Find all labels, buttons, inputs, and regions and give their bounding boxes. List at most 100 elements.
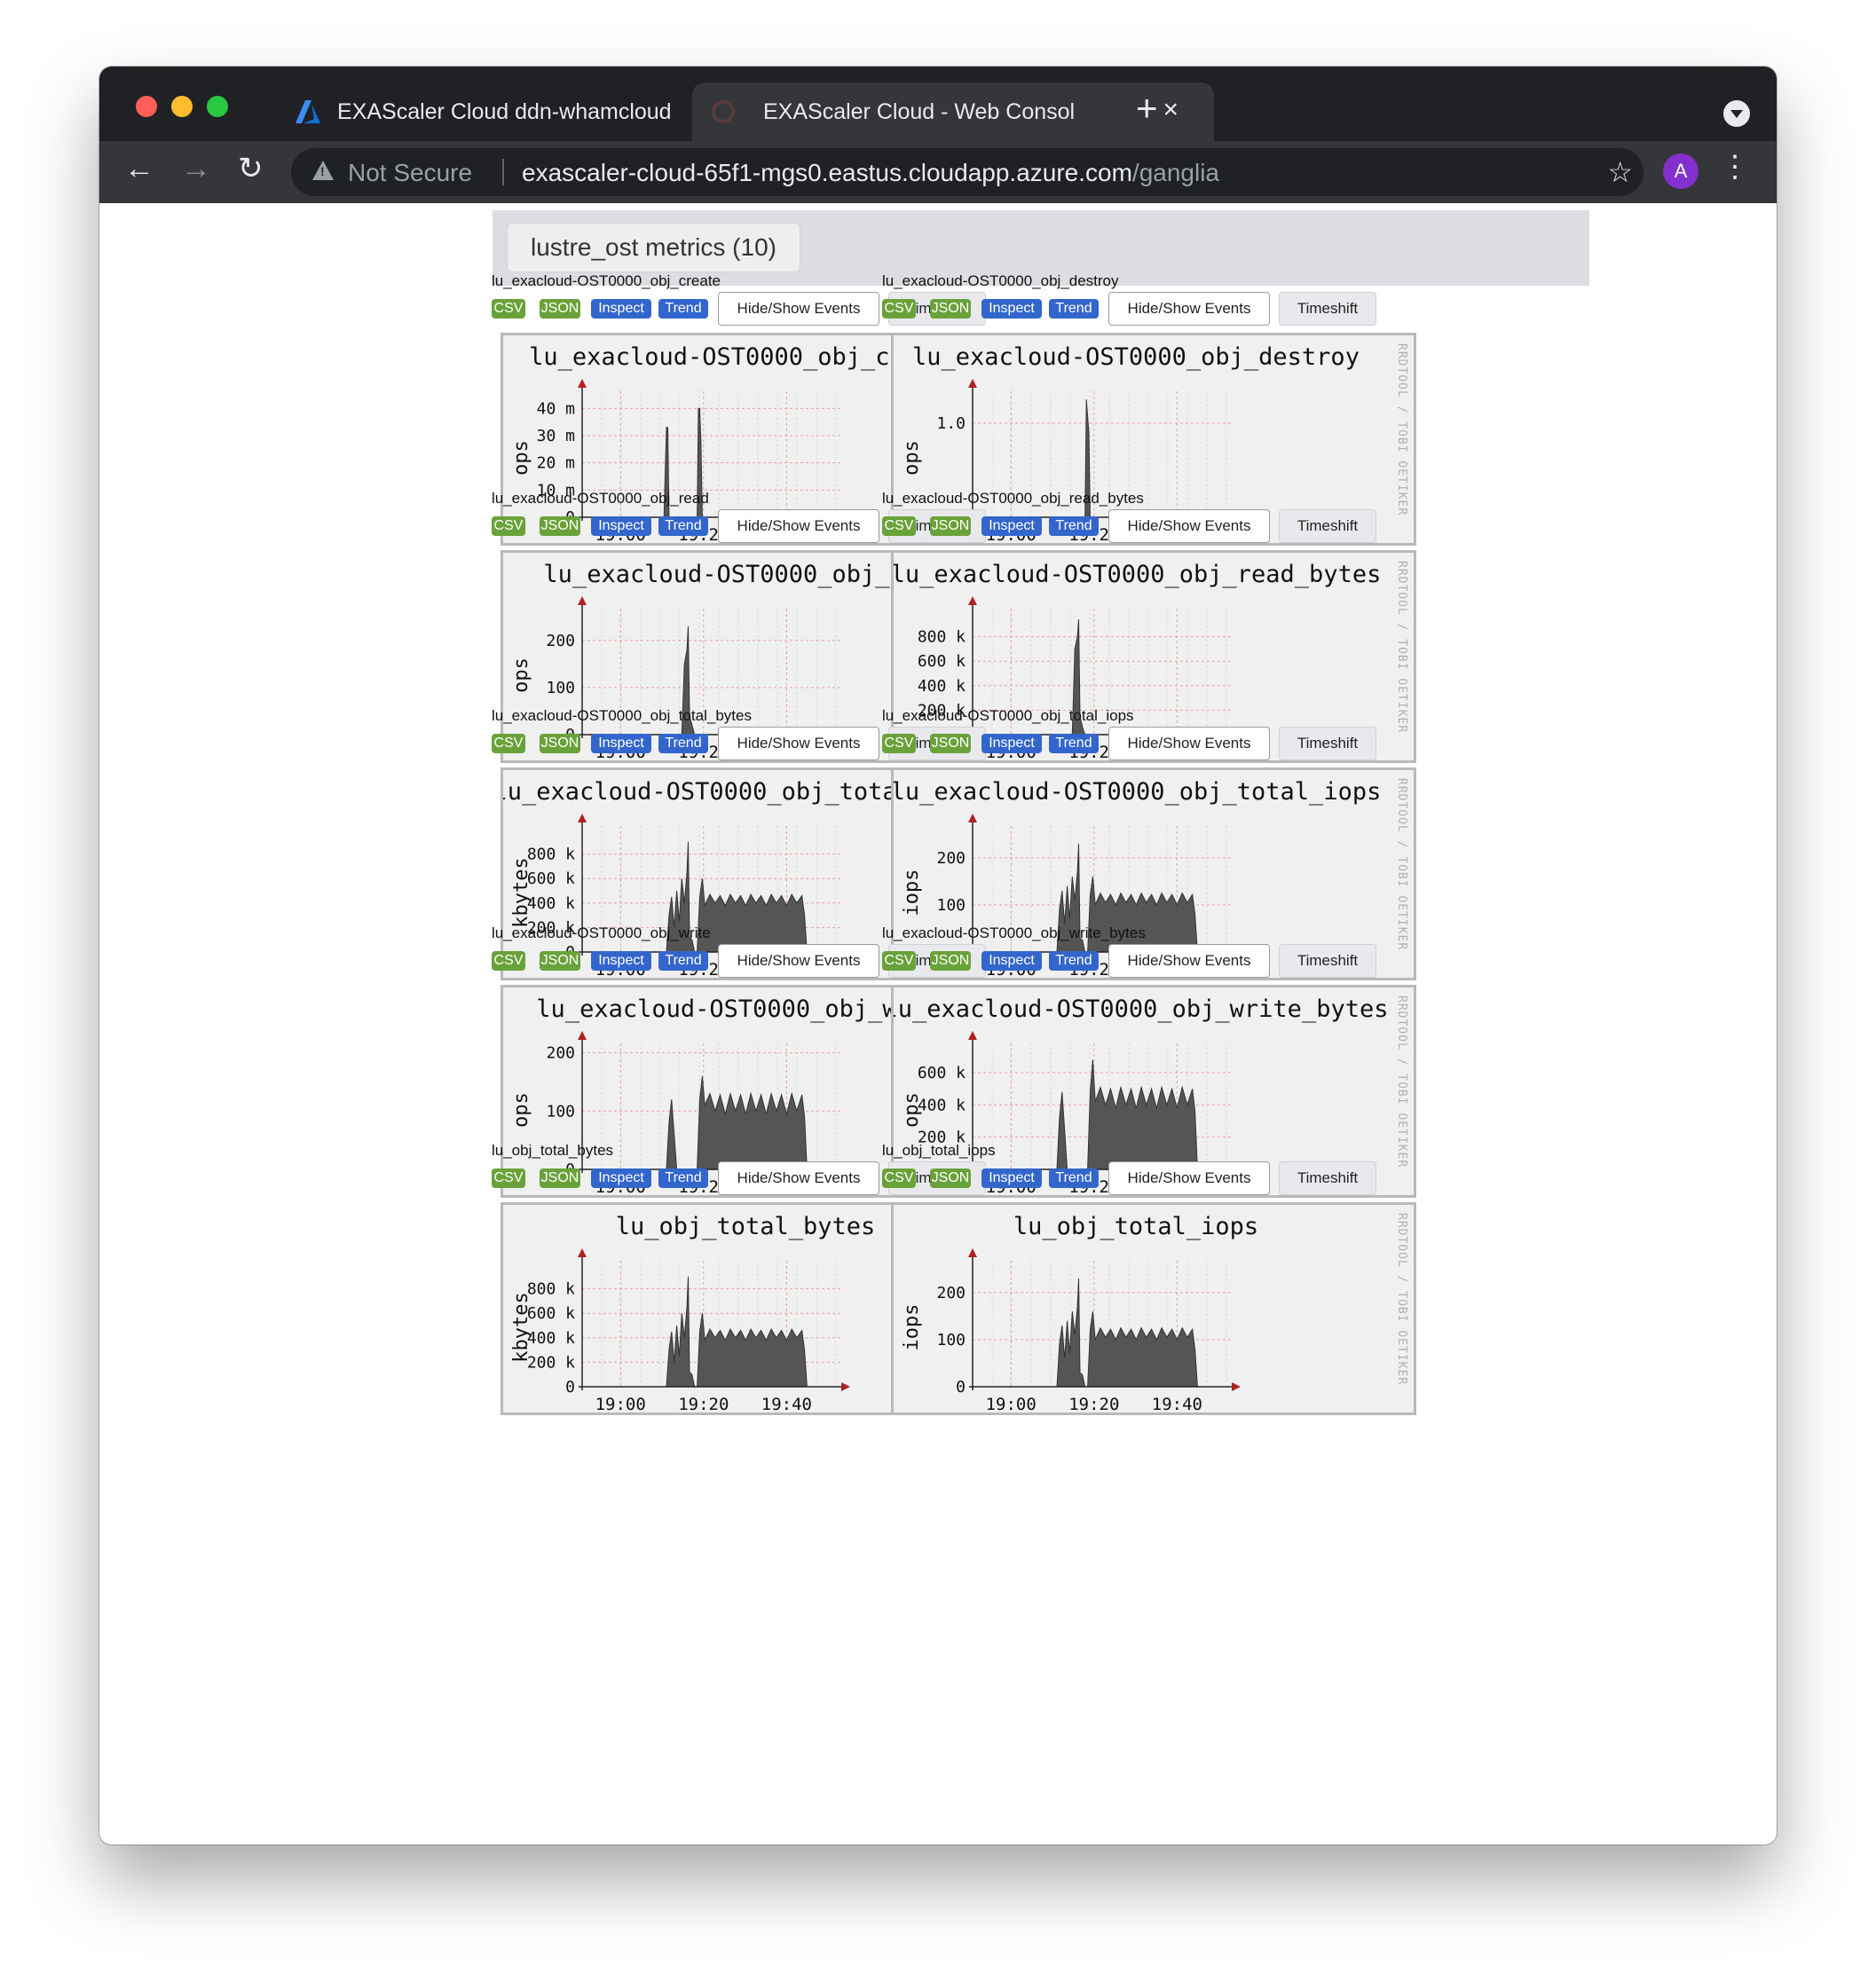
metric-group-toggle[interactable]: lustre_ost metrics (10): [507, 223, 800, 272]
timeshift-button[interactable]: Timeshift: [1279, 1161, 1376, 1195]
csv-button[interactable]: CSV: [882, 516, 916, 536]
chart-title: lu_exacloud-OST0000_obj_read_bytes: [894, 561, 1381, 588]
y-tick-label: 200 k: [527, 1353, 575, 1372]
y-axis-arrow: [968, 596, 977, 605]
x-tick-label: 19:40: [1152, 1395, 1202, 1412]
hide-show-events-button[interactable]: Hide/Show Events: [1108, 727, 1270, 760]
graph-svg: lu_obj_total_iops RRDTOOL / TOBI OETIKER i…: [901, 1213, 1408, 1412]
csv-button[interactable]: CSV: [882, 951, 916, 971]
csv-button[interactable]: CSV: [882, 734, 916, 753]
json-button[interactable]: JSON: [930, 734, 971, 753]
more-menu-icon[interactable]: ⋮: [1720, 152, 1750, 182]
hide-show-events-button[interactable]: Hide/Show Events: [718, 727, 879, 760]
metric-graph[interactable]: lu_obj_total_iops RRDTOOL / TOBI OETIKER i…: [891, 1202, 1416, 1415]
url-text[interactable]: exascaler-cloud-65f1-mgs0.eastus.cloudap…: [522, 159, 1219, 187]
json-button[interactable]: JSON: [540, 299, 580, 319]
json-button[interactable]: JSON: [540, 734, 580, 753]
y-axis-label: kbytes: [510, 857, 532, 927]
hide-show-events-button[interactable]: Hide/Show Events: [1108, 292, 1270, 326]
y-axis-arrow: [578, 596, 587, 605]
bookmark-star-icon[interactable]: ☆: [1607, 155, 1633, 189]
address-bar[interactable]: Not Secure exascaler-cloud-65f1-mgs0.eas…: [291, 148, 1643, 196]
x-tick-label: 19:20: [1068, 1395, 1119, 1412]
hide-show-events-button[interactable]: Hide/Show Events: [718, 292, 879, 326]
json-button[interactable]: JSON: [540, 1168, 580, 1188]
csv-button[interactable]: CSV: [492, 734, 525, 753]
hide-show-events-button[interactable]: Hide/Show Events: [1108, 944, 1270, 978]
metric-name: lu_exacloud-OST0000_obj_total_bytes: [492, 707, 752, 724]
x-tick-label: 19:00: [595, 1395, 646, 1412]
inspect-button[interactable]: Inspect: [591, 734, 651, 753]
new-tab-button[interactable]: +: [1136, 90, 1158, 127]
zoom-window-button[interactable]: [207, 96, 228, 117]
avatar[interactable]: A: [1663, 153, 1699, 189]
x-tick-label: 19:00: [986, 1395, 1037, 1412]
y-axis-arrow: [578, 379, 587, 388]
inspect-button[interactable]: Inspect: [591, 299, 651, 319]
inspect-button[interactable]: Inspect: [981, 951, 1042, 971]
tab-title: EXAScaler Cloud - Web Console: [763, 99, 1074, 124]
y-axis-arrow: [968, 1248, 977, 1257]
y-tick-label: 100: [936, 896, 966, 915]
trend-button[interactable]: Trend: [1049, 951, 1099, 971]
y-tick-label: 400 k: [527, 894, 575, 913]
back-arrow-icon[interactable]: ←: [124, 153, 154, 184]
json-button[interactable]: JSON: [930, 516, 971, 536]
timeshift-button[interactable]: Timeshift: [1279, 509, 1376, 543]
forward-arrow-icon[interactable]: →: [181, 153, 211, 184]
timeshift-button[interactable]: Timeshift: [1279, 727, 1376, 760]
close-window-button[interactable]: [136, 96, 157, 117]
y-tick-label: 600 k: [527, 869, 575, 888]
y-tick-label: 100: [546, 1102, 575, 1121]
inspect-button[interactable]: Inspect: [981, 516, 1042, 536]
timeshift-button[interactable]: Timeshift: [1279, 292, 1376, 326]
csv-button[interactable]: CSV: [882, 299, 916, 319]
inspect-button[interactable]: Inspect: [591, 951, 651, 971]
trend-button[interactable]: Trend: [1049, 516, 1099, 536]
hide-show-events-button[interactable]: Hide/Show Events: [718, 1161, 879, 1195]
y-tick-label: 200: [546, 1044, 575, 1063]
metric-panel: lu_obj_total_iops CSV JSON Inspect Trend Hide…: [882, 1142, 1432, 1417]
inspect-button[interactable]: Inspect: [981, 299, 1042, 319]
y-axis-arrow: [968, 1031, 977, 1040]
json-button[interactable]: JSON: [930, 299, 971, 319]
csv-button[interactable]: CSV: [492, 299, 525, 319]
inspect-button[interactable]: Inspect: [981, 734, 1042, 753]
inspect-button[interactable]: Inspect: [981, 1168, 1042, 1188]
close-icon[interactable]: ×: [1163, 95, 1178, 125]
hide-show-events-button[interactable]: Hide/Show Events: [718, 944, 879, 978]
reload-icon[interactable]: ↻: [238, 153, 264, 184]
chart-title: lu_exacloud-OST0000_obj_write_bytes: [894, 995, 1388, 1023]
trend-button[interactable]: Trend: [1049, 1168, 1099, 1188]
json-button[interactable]: JSON: [540, 516, 580, 536]
metric-name: lu_exacloud-OST0000_obj_write_bytes: [882, 925, 1146, 941]
hide-show-events-button[interactable]: Hide/Show Events: [1108, 509, 1270, 543]
tab-search-icon[interactable]: [1723, 100, 1750, 127]
inspect-button[interactable]: Inspect: [591, 516, 651, 536]
csv-button[interactable]: CSV: [492, 516, 525, 536]
address-divider: [502, 159, 504, 185]
trend-button[interactable]: Trend: [658, 516, 708, 536]
trend-button[interactable]: Trend: [658, 1168, 708, 1188]
trend-button[interactable]: Trend: [658, 951, 708, 971]
csv-button[interactable]: CSV: [492, 951, 525, 971]
metric-name: lu_exacloud-OST0000_obj_total_iops: [882, 707, 1134, 724]
csv-button[interactable]: CSV: [882, 1168, 916, 1188]
minimize-window-button[interactable]: [171, 96, 193, 117]
y-tick-label: 200: [546, 632, 575, 650]
json-button[interactable]: JSON: [540, 951, 580, 971]
hide-show-events-button[interactable]: Hide/Show Events: [718, 509, 879, 543]
metric-name: lu_exacloud-OST0000_obj_destroy: [882, 272, 1119, 289]
json-button[interactable]: JSON: [930, 951, 971, 971]
trend-button[interactable]: Trend: [658, 734, 708, 753]
trend-button[interactable]: Trend: [658, 299, 708, 319]
timeshift-button[interactable]: Timeshift: [1279, 944, 1376, 978]
json-button[interactable]: JSON: [930, 1168, 971, 1188]
metric-name: lu_obj_total_iops: [882, 1142, 996, 1159]
trend-button[interactable]: Trend: [1049, 734, 1099, 753]
security-indicator[interactable]: Not Secure: [348, 159, 472, 187]
trend-button[interactable]: Trend: [1049, 299, 1099, 319]
csv-button[interactable]: CSV: [492, 1168, 525, 1188]
inspect-button[interactable]: Inspect: [591, 1168, 651, 1188]
hide-show-events-button[interactable]: Hide/Show Events: [1108, 1161, 1270, 1195]
